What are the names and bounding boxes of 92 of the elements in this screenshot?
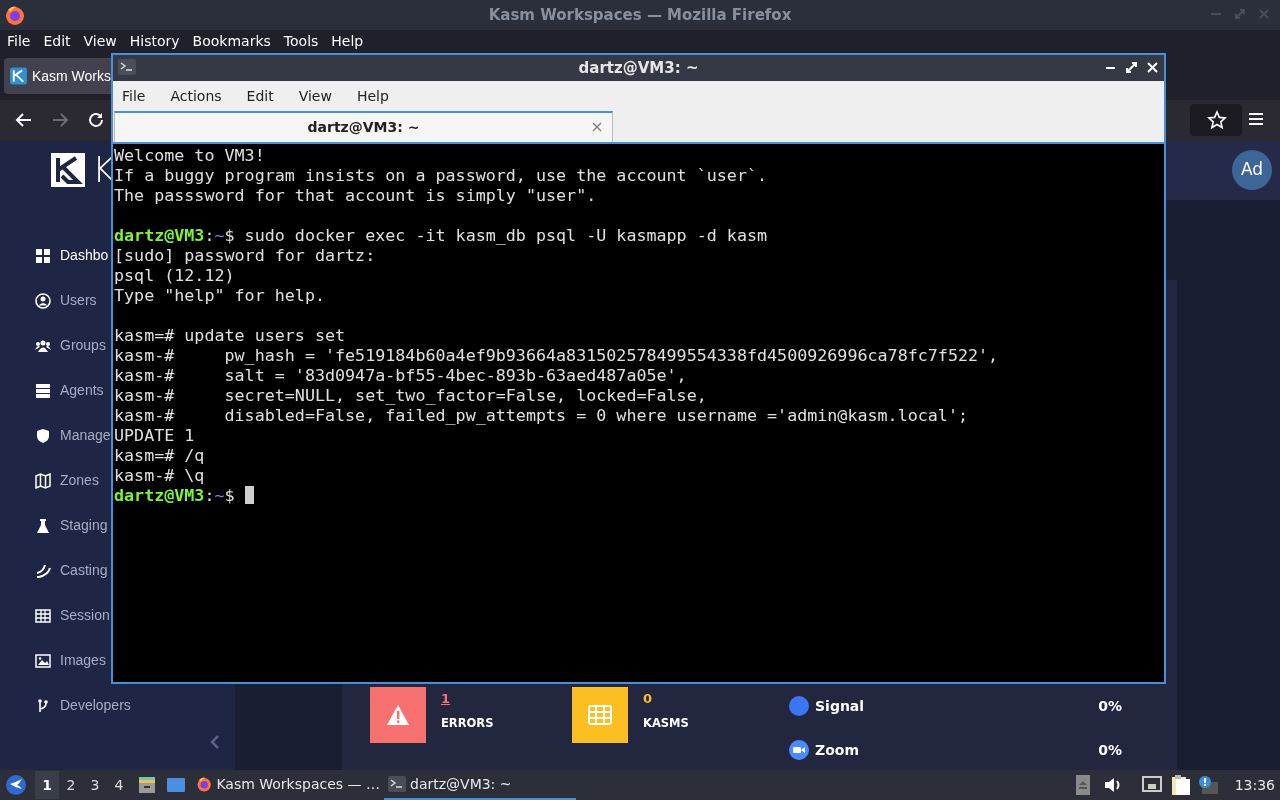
- menu-item[interactable]: Edit: [43, 30, 71, 52]
- terminal-line: dartz@VM3:~$: [114, 485, 235, 505]
- warning-icon: [386, 704, 410, 726]
- window-title: Kasm Workspaces — Mozilla Firefox: [488, 4, 792, 26]
- start-menu-icon[interactable]: [5, 774, 27, 796]
- taskbar-button[interactable]: Kasm Workspaces — …: [192, 770, 384, 800]
- reload-icon[interactable]: [87, 111, 105, 129]
- kasms-count: 0: [643, 690, 654, 708]
- terminal-line: kasm=# /q: [114, 445, 205, 465]
- terminal-line: kasm-# disabled=False, failed_pw_attempts = 0 where username ='admin@kasm.local';: [114, 405, 968, 425]
- terminal-line: [sudo] password for dartz:: [114, 245, 376, 265]
- terminal-line: The passsword for that account is simply "user".: [114, 185, 597, 205]
- terminal-line: psql (12.12): [114, 265, 235, 285]
- taskbar-button[interactable]: dartz@VM3: ~: [384, 770, 576, 800]
- casting-icon: [35, 562, 51, 579]
- terminal-line: UPDATE 1: [114, 425, 195, 445]
- sidebar-item[interactable]: Agents: [0, 368, 104, 413]
- video-camera-icon: [788, 739, 810, 761]
- terminal-line: kasm-# \q: [114, 465, 205, 485]
- stat-label: ERRORS: [441, 714, 494, 732]
- workspace-button[interactable]: 2: [59, 771, 83, 799]
- app-name: Zoom: [815, 740, 860, 760]
- app-icon: [10, 67, 27, 85]
- clock: 13:36: [1234, 775, 1275, 795]
- menu-item[interactable]: Help: [331, 30, 364, 52]
- sidebar-item[interactable]: Images: [0, 638, 106, 683]
- terminal-line: Welcome to VM3!: [114, 145, 265, 165]
- terminal-line: If a buggy program insists on a password, use the account `user`.: [114, 165, 768, 185]
- sidebar-item[interactable]: Casting: [0, 548, 108, 593]
- sessions-icon: [35, 607, 51, 624]
- app-name: Signal: [815, 696, 866, 716]
- back-icon[interactable]: [15, 112, 33, 128]
- browser-tab[interactable]: Kasm Works: [4, 58, 111, 94]
- terminal-line: dartz@VM3:~$ sudo docker exec -it kasm_db psql -U kasmapp -d kasm: [114, 225, 768, 245]
- menu-item[interactable]: Edit: [246, 85, 274, 107]
- sidebar-item[interactable]: Zones: [0, 458, 99, 503]
- usage-percent: 0%: [1098, 740, 1122, 760]
- terminal-line: Type "help" for help.: [114, 285, 325, 305]
- sidebar-item[interactable]: Staging: [0, 503, 108, 548]
- usage-percent: 0%: [1098, 696, 1122, 716]
- address-field[interactable]: [1190, 104, 1242, 136]
- terminal-line: kasm-# salt = '83d0947a-bf55-4bec-893b-63aed487a05e',: [114, 365, 687, 385]
- menu-item[interactable]: File: [7, 30, 31, 52]
- notification-icon[interactable]: [1197, 776, 1218, 794]
- workspace-button[interactable]: 1: [35, 771, 59, 799]
- sidebar-item[interactable]: Groups: [0, 323, 106, 368]
- forward-icon[interactable]: [51, 112, 69, 128]
- desktop-icon[interactable]: [166, 776, 186, 794]
- menu-item[interactable]: View: [298, 85, 332, 107]
- terminal-line: kasm-# secret=NULL, set_two_factor=False, locked=False,: [114, 385, 707, 405]
- users-icon: [35, 292, 51, 309]
- images-icon: [35, 652, 51, 669]
- menu-item[interactable]: Actions: [170, 85, 222, 107]
- agents-icon: [35, 382, 51, 399]
- menu-item[interactable]: View: [83, 30, 117, 52]
- terminal-icon: [388, 776, 406, 792]
- terminal-tab[interactable]: dartz@VM3: ~: [114, 111, 613, 142]
- dashboard-icon: [35, 247, 51, 264]
- firefox-icon: [4, 4, 26, 26]
- terminal-icon: [118, 59, 136, 75]
- terminal-line: kasm=# update users set: [114, 325, 346, 345]
- menu-item[interactable]: History: [129, 30, 180, 52]
- collapse-icon[interactable]: [209, 734, 221, 750]
- network-icon[interactable]: [1141, 776, 1162, 794]
- staging-icon: [35, 517, 51, 534]
- sidebar-item[interactable]: Dashbo: [0, 233, 109, 278]
- menu-icon[interactable]: [1248, 112, 1264, 126]
- eject-icon[interactable]: [1075, 775, 1090, 795]
- file-manager-icon[interactable]: [137, 775, 157, 795]
- errors-count[interactable]: 1: [441, 689, 494, 709]
- sidebar-item[interactable]: Manage: [0, 413, 111, 458]
- logo-icon: [50, 152, 86, 188]
- workspace-button[interactable]: 3: [83, 771, 107, 799]
- workspace-button[interactable]: 4: [107, 771, 131, 799]
- sidebar-item[interactable]: Session: [0, 593, 110, 638]
- zones-icon: [35, 472, 51, 489]
- developers-icon: [35, 697, 51, 714]
- sidebar-item[interactable]: Users: [0, 278, 97, 323]
- sidebar-item[interactable]: Developers: [0, 683, 131, 728]
- manage-icon: [35, 427, 51, 444]
- volume-icon[interactable]: [1103, 777, 1122, 793]
- stat-label: KASMS: [643, 714, 689, 732]
- menu-item[interactable]: Bookmarks: [192, 30, 271, 52]
- clipboard-icon[interactable]: [1169, 774, 1190, 796]
- avatar[interactable]: Ad: [1232, 150, 1272, 190]
- menu-item[interactable]: Tools: [283, 30, 319, 52]
- terminal-line: kasm-# pw_hash = 'fe519184b60a4ef9b93664a831502578499554338fd4500926996ca78fc7f522',: [114, 345, 999, 365]
- menu-item[interactable]: File: [122, 85, 146, 107]
- grid-icon: [588, 705, 612, 725]
- bookmark-star-icon[interactable]: [1207, 110, 1227, 130]
- window-title: dartz@VM3: ~: [578, 57, 699, 79]
- menu-item[interactable]: Help: [356, 85, 389, 107]
